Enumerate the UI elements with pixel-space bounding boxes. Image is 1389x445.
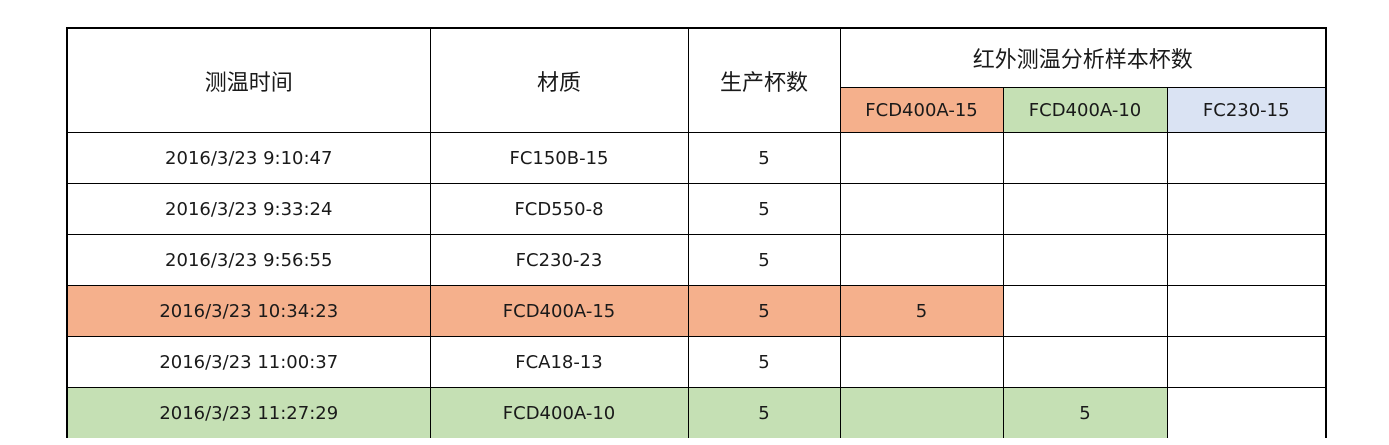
cell-time: 2016/3/23 11:00:37 [66, 336, 431, 388]
cell-time: 2016/3/23 9:10:47 [66, 132, 431, 184]
cell-material: FCD400A-10 [429, 387, 689, 438]
cell-ir-fcd400a-15 [839, 234, 1004, 286]
table-row: 2016/3/23 11:27:29 FCD400A-10 5 5 [66, 387, 1327, 438]
cell-ir-fcd400a-10 [1002, 132, 1168, 184]
table-row: 2016/3/23 9:33:24 FCD550-8 5 [66, 183, 1327, 235]
header-time: 测温时间 [66, 27, 431, 133]
cell-count: 5 [687, 183, 841, 235]
cell-ir-fcd400a-10: 5 [1002, 387, 1168, 438]
table-row: 2016/3/23 9:56:55 FC230-23 5 [66, 234, 1327, 286]
cell-time: 2016/3/23 10:34:23 [66, 285, 431, 337]
table-row: 2016/3/23 9:10:47 FC150B-15 5 [66, 132, 1327, 184]
header-material: 材质 [429, 27, 689, 133]
table-row: 2016/3/23 10:34:23 FCD400A-15 5 5 [66, 285, 1327, 337]
header-ir-fcd400a-10: FCD400A-10 [1002, 87, 1168, 133]
cell-ir-fc230-15 [1166, 285, 1327, 337]
header-ir-fc230-15: FC230-15 [1166, 87, 1327, 133]
header-count: 生产杯数 [687, 27, 841, 133]
cell-ir-fcd400a-10 [1002, 336, 1168, 388]
table-row: 2016/3/23 11:00:37 FCA18-13 5 [66, 336, 1327, 388]
cell-count: 5 [687, 234, 841, 286]
cell-count: 5 [687, 387, 841, 438]
cell-material: FCA18-13 [429, 336, 689, 388]
cell-ir-fc230-15 [1166, 132, 1327, 184]
cell-ir-fc230-15 [1166, 183, 1327, 235]
header-ir-group: 红外测温分析样本杯数 [839, 27, 1327, 88]
cell-ir-fcd400a-10 [1002, 183, 1168, 235]
cell-ir-fcd400a-15 [839, 387, 1004, 438]
cell-ir-fc230-15 [1166, 387, 1327, 438]
cell-ir-fcd400a-15 [839, 183, 1004, 235]
cell-ir-fc230-15 [1166, 336, 1327, 388]
cell-time: 2016/3/23 9:56:55 [66, 234, 431, 286]
cell-time: 2016/3/23 11:27:29 [66, 387, 431, 438]
cell-count: 5 [687, 132, 841, 184]
cell-ir-fcd400a-15 [839, 336, 1004, 388]
cell-ir-fcd400a-10 [1002, 285, 1168, 337]
header-ir-fcd400a-15: FCD400A-15 [839, 87, 1004, 133]
cell-material: FCD400A-15 [429, 285, 689, 337]
cell-ir-fc230-15 [1166, 234, 1327, 286]
sample-table: 测温时间 材质 生产杯数 红外测温分析样本杯数 FCD400A-15 FCD40… [66, 27, 1327, 438]
cell-time: 2016/3/23 9:33:24 [66, 183, 431, 235]
cell-count: 5 [687, 285, 841, 337]
sample-table-container: 测温时间 材质 生产杯数 红外测温分析样本杯数 FCD400A-15 FCD40… [66, 27, 1327, 438]
cell-ir-fcd400a-15 [839, 132, 1004, 184]
cell-ir-fcd400a-10 [1002, 234, 1168, 286]
cell-ir-fcd400a-15: 5 [839, 285, 1004, 337]
cell-material: FCD550-8 [429, 183, 689, 235]
cell-material: FC150B-15 [429, 132, 689, 184]
cell-material: FC230-23 [429, 234, 689, 286]
table-body: 2016/3/23 9:10:47 FC150B-15 5 2016/3/23 9:3… [66, 132, 1327, 438]
cell-count: 5 [687, 336, 841, 388]
